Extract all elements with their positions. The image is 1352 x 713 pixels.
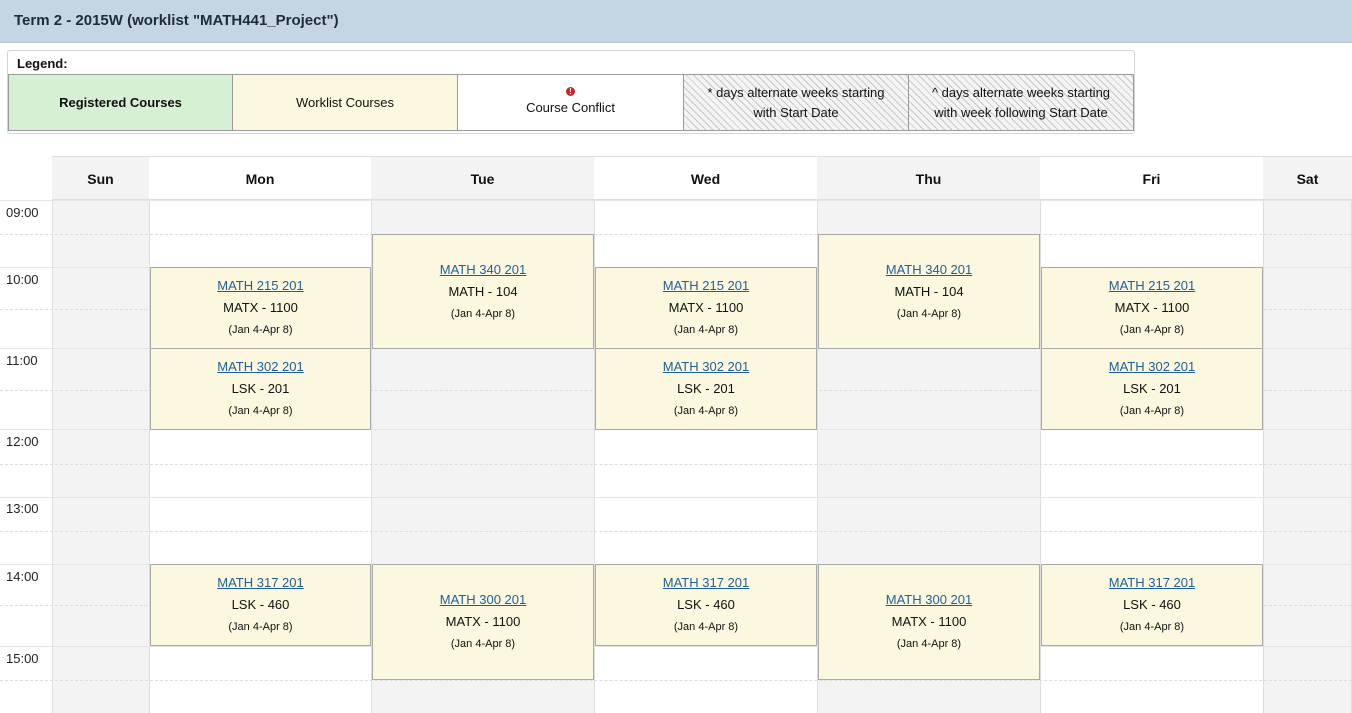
- legend-alt2-line2: with week following Start Date: [934, 104, 1108, 120]
- hour-line: [0, 497, 1352, 498]
- legend-alt1-line1: * days alternate weeks starting: [707, 84, 885, 100]
- course-dates: (Jan 4-Apr 8): [228, 324, 293, 336]
- time-label: 12:00: [6, 434, 39, 449]
- day-column-sat: [1263, 156, 1352, 713]
- half-hour-line: [0, 234, 1352, 235]
- course-block[interactable]: MATH 300 201 MATX - 1100 (Jan 4-Apr 8): [372, 564, 594, 680]
- course-block[interactable]: MATH 302 201 LSK - 201 (Jan 4-Apr 8): [595, 348, 817, 430]
- half-hour-line: [0, 531, 1352, 532]
- day-column-sun: [52, 156, 149, 713]
- course-dates: (Jan 4-Apr 8): [896, 307, 962, 320]
- day-header-sun: Sun: [52, 156, 149, 200]
- course-dates: (Jan 4-Apr 8): [1119, 324, 1185, 336]
- half-hour-line: [0, 464, 1352, 465]
- course-block[interactable]: MATH 215 201 MATX - 1100 (Jan 4-Apr 8): [595, 267, 817, 349]
- course-link[interactable]: MATH 317 201: [1109, 572, 1195, 594]
- course-dates: (Jan 4-Apr 8): [673, 405, 739, 417]
- course-dates: (Jan 4-Apr 8): [1119, 621, 1185, 633]
- day-header-fri: Fri: [1040, 156, 1263, 200]
- course-link[interactable]: MATH 317 201: [663, 572, 749, 594]
- half-hour-line: [0, 680, 1352, 681]
- legend-alt2-line1: ^ days alternate weeks starting: [931, 84, 1111, 100]
- course-dates: (Jan 4-Apr 8): [228, 621, 293, 633]
- course-dates: (Jan 4-Apr 8): [673, 621, 739, 633]
- legend-alternate-weeks-following: ^ days alternate weeks starting with wee…: [908, 74, 1134, 131]
- course-link[interactable]: MATH 215 201: [217, 275, 303, 297]
- course-room: MATX - 1100: [668, 300, 744, 315]
- hour-line: [0, 200, 1352, 201]
- course-link[interactable]: MATH 215 201: [663, 275, 749, 297]
- day-header-wed: Wed: [594, 156, 817, 200]
- course-room: MATH - 104: [448, 283, 518, 299]
- legend-alt1-line2: with Start Date: [753, 104, 839, 120]
- course-room: MATX - 1100: [891, 614, 967, 629]
- course-room: MATH - 104: [894, 283, 964, 299]
- course-link[interactable]: MATH 300 201: [440, 589, 526, 611]
- day-header-sat: Sat: [1263, 156, 1352, 200]
- day-header-tue: Tue: [371, 156, 594, 200]
- course-block[interactable]: MATH 302 201 LSK - 201 (Jan 4-Apr 8): [150, 348, 371, 430]
- course-dates: (Jan 4-Apr 8): [450, 638, 516, 650]
- course-room: LSK - 460: [1123, 597, 1181, 612]
- course-room: LSK - 201: [1123, 381, 1181, 396]
- legend: Legend: Registered Courses Worklist Cour…: [7, 50, 1135, 134]
- course-dates: (Jan 4-Apr 8): [228, 405, 293, 417]
- course-link[interactable]: MATH 300 201: [886, 589, 972, 611]
- time-label: 09:00: [6, 205, 39, 220]
- course-room: LSK - 460: [231, 597, 290, 612]
- course-room: LSK - 201: [677, 381, 735, 396]
- time-label: 14:00: [6, 569, 39, 584]
- course-block[interactable]: MATH 215 201 MATX - 1100 (Jan 4-Apr 8): [150, 267, 371, 349]
- time-label: 10:00: [6, 272, 39, 287]
- legend-alternate-weeks-start: * days alternate weeks starting with Sta…: [683, 74, 909, 131]
- course-block[interactable]: MATH 300 201 MATX - 1100 (Jan 4-Apr 8): [818, 564, 1040, 680]
- course-link[interactable]: MATH 302 201: [663, 356, 749, 378]
- time-label: 15:00: [6, 651, 39, 666]
- course-block[interactable]: MATH 317 201 LSK - 460 (Jan 4-Apr 8): [595, 564, 817, 646]
- page-title: Term 2 - 2015W (worklist "MATH441_Projec…: [14, 12, 339, 29]
- legend-worklist-label: Worklist Courses: [295, 94, 394, 110]
- conflict-icon: !: [566, 87, 575, 96]
- time-label: 13:00: [6, 501, 39, 516]
- course-dates: (Jan 4-Apr 8): [896, 638, 962, 650]
- legend-registered-courses: Registered Courses: [8, 74, 233, 131]
- course-dates: (Jan 4-Apr 8): [1119, 405, 1185, 417]
- time-label: 11:00: [6, 353, 38, 368]
- course-link[interactable]: MATH 340 201: [440, 259, 526, 281]
- course-room: MATX - 1100: [445, 614, 521, 629]
- course-dates: (Jan 4-Apr 8): [673, 324, 739, 336]
- course-room: MATX - 1100: [1114, 300, 1190, 315]
- course-block[interactable]: MATH 215 201 MATX - 1100 (Jan 4-Apr 8): [1041, 267, 1263, 349]
- legend-title: Legend:: [17, 56, 68, 71]
- course-link[interactable]: MATH 340 201: [886, 259, 972, 281]
- course-room: MATX - 1100: [223, 300, 298, 315]
- legend-conflict-label: Course Conflict: [526, 100, 615, 115]
- course-block[interactable]: MATH 317 201 LSK - 460 (Jan 4-Apr 8): [150, 564, 371, 646]
- course-room: LSK - 201: [231, 381, 290, 396]
- weekly-calendar: Sun Mon Tue Wed Thu Fri Sat 09:00 10:00 …: [0, 156, 1352, 713]
- course-link[interactable]: MATH 317 201: [217, 572, 303, 594]
- day-header-thu: Thu: [817, 156, 1040, 200]
- course-dates: (Jan 4-Apr 8): [450, 307, 516, 320]
- course-block[interactable]: MATH 302 201 LSK - 201 (Jan 4-Apr 8): [1041, 348, 1263, 430]
- course-block[interactable]: MATH 340 201 MATH - 104 (Jan 4-Apr 8): [818, 234, 1040, 349]
- course-room: LSK - 460: [677, 597, 735, 612]
- course-block[interactable]: MATH 340 201 MATH - 104 (Jan 4-Apr 8): [372, 234, 594, 349]
- course-link[interactable]: MATH 215 201: [1109, 275, 1195, 297]
- hour-line: [0, 646, 1352, 647]
- term-header: Term 2 - 2015W (worklist "MATH441_Projec…: [0, 0, 1352, 43]
- legend-course-conflict: ! Course Conflict: [457, 74, 684, 131]
- legend-worklist-courses: Worklist Courses: [232, 74, 458, 131]
- legend-registered-label: Registered Courses: [59, 94, 182, 110]
- day-header-mon: Mon: [149, 156, 371, 200]
- course-link[interactable]: MATH 302 201: [217, 356, 303, 378]
- course-link[interactable]: MATH 302 201: [1109, 356, 1195, 378]
- course-block[interactable]: MATH 317 201 LSK - 460 (Jan 4-Apr 8): [1041, 564, 1263, 646]
